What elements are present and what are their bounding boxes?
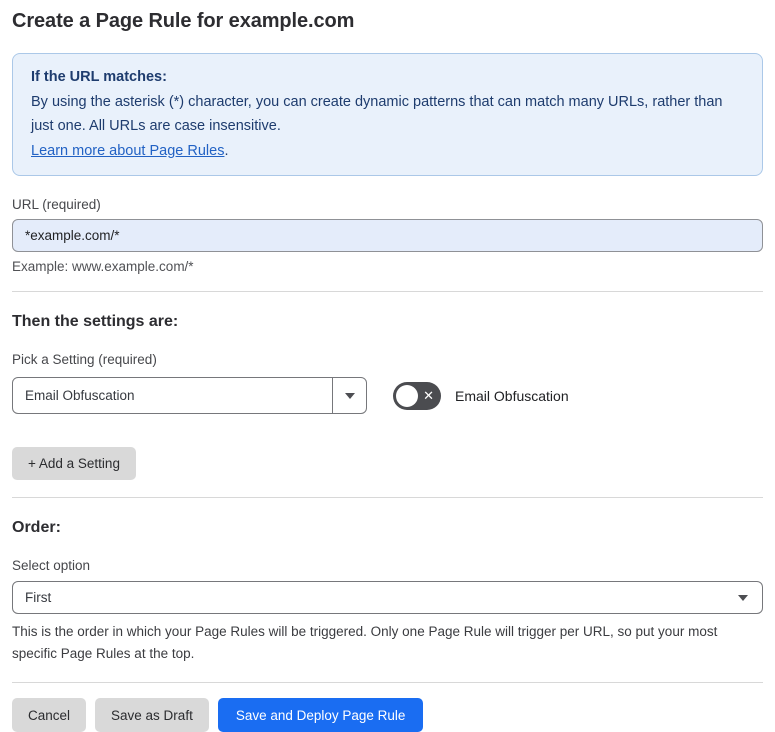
setting-select-arrow-segment[interactable]: [332, 378, 366, 413]
chevron-down-icon: [738, 594, 748, 601]
order-section-heading: Order:: [12, 519, 61, 536]
cancel-button[interactable]: Cancel: [12, 698, 87, 732]
info-banner-heading: If the URL matches:: [31, 69, 167, 85]
create-page-rule-form: Create a Page Rule for example.com If th…: [0, 0, 775, 732]
settings-section-heading: Then the settings are:: [12, 313, 179, 330]
setting-select[interactable]: Email Obfuscation: [12, 377, 367, 414]
toggle-off-x-icon: ✕: [423, 387, 434, 403]
divider-after-settings: [12, 497, 763, 498]
email-obfuscation-toggle[interactable]: ✕: [393, 381, 441, 410]
divider-after-url: [12, 291, 763, 292]
url-input[interactable]: [12, 219, 763, 252]
order-select[interactable]: First: [12, 581, 763, 614]
footer-actions: Cancel Save as Draft Save and Deploy Pag…: [12, 698, 763, 732]
url-matches-info-banner: If the URL matches: By using the asteris…: [12, 53, 763, 176]
save-as-draft-button[interactable]: Save as Draft: [95, 698, 209, 732]
pick-setting-label: Pick a Setting (required): [12, 352, 157, 367]
setting-row: Email Obfuscation ✕ Email Obfuscation: [12, 377, 763, 414]
link-suffix-period: .: [224, 142, 229, 159]
add-setting-button[interactable]: + Add a Setting: [12, 447, 136, 480]
page-title: Create a Page Rule for example.com: [12, 10, 355, 32]
info-banner-body: By using the asterisk (*) character, you…: [31, 93, 723, 135]
order-select-label: Select option: [12, 558, 91, 573]
divider-before-footer: [12, 682, 763, 683]
learn-more-link[interactable]: Learn more about Page Rules: [31, 143, 224, 159]
chevron-down-icon: [344, 392, 355, 399]
order-helper-text: This is the order in which your Page Rul…: [12, 624, 718, 661]
url-field-label: URL (required): [12, 197, 101, 212]
url-example-helper: Example: www.example.com/*: [12, 259, 194, 274]
order-select-value: First: [25, 590, 52, 605]
save-and-deploy-button[interactable]: Save and Deploy Page Rule: [217, 698, 424, 732]
info-banner-link-line: Learn more about Page Rules.: [31, 139, 744, 164]
toggle-knob: [396, 384, 418, 407]
setting-select-value: Email Obfuscation: [25, 388, 135, 403]
toggle-label: Email Obfuscation: [455, 387, 569, 404]
